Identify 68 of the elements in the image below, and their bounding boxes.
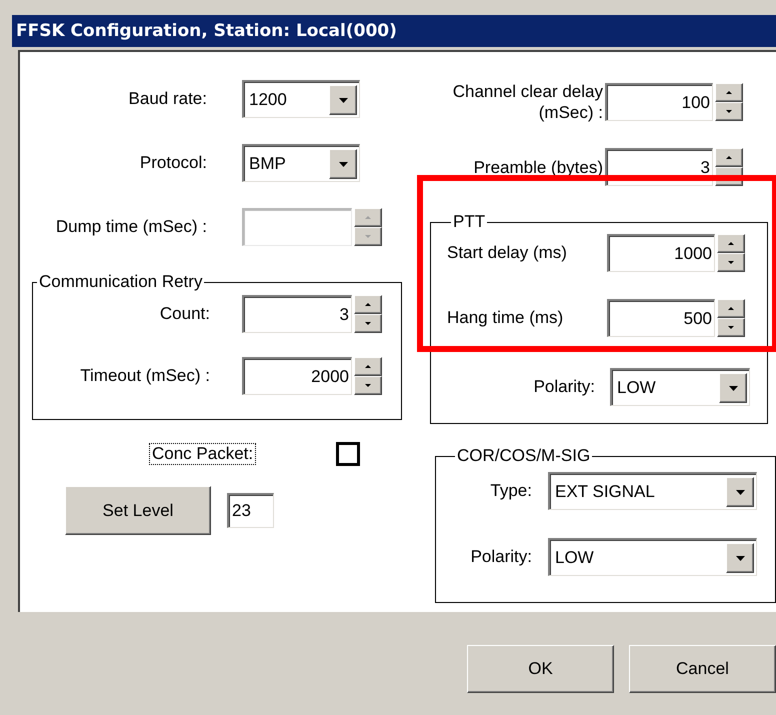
up-arrow-icon — [365, 216, 371, 219]
number-field[interactable]: 100 — [605, 83, 713, 121]
field-label: Polarity: — [470, 547, 533, 567]
number-field[interactable]: 1000 — [607, 234, 715, 272]
field-label: Count: — [158, 304, 211, 324]
up-arrow-icon — [726, 156, 732, 159]
set-level-button[interactable]: Set Level — [65, 486, 211, 535]
field-label: Hang time (ms) — [447, 308, 564, 328]
spin-down-button[interactable] — [354, 227, 382, 246]
group-title: PTT — [452, 212, 486, 232]
caret-icon — [728, 386, 738, 390]
down-arrow-icon — [365, 322, 371, 325]
caret-icon — [736, 556, 744, 560]
down-arrow-icon — [365, 235, 371, 238]
spin-up-button[interactable] — [715, 83, 743, 102]
dropdown-button[interactable] — [329, 85, 357, 115]
dropdown[interactable]: EXT SIGNAL — [548, 472, 757, 510]
spin-up-button[interactable] — [717, 299, 745, 318]
spin-down-button[interactable] — [717, 318, 745, 337]
down-arrow-icon — [726, 110, 732, 113]
dropdown[interactable]: LOW — [610, 368, 750, 406]
checkbox-label[interactable]: Conc Packet: — [149, 443, 256, 465]
cancel-button[interactable]: Cancel — [629, 645, 776, 693]
dropdown-button[interactable] — [719, 373, 747, 403]
dropdown[interactable]: 1200 — [242, 80, 360, 118]
field-label: Preamble (bytes) — [472, 156, 604, 178]
spin-down-button[interactable] — [354, 314, 382, 333]
caret-icon — [338, 98, 348, 102]
group-title: COR/COS/M-SIG — [456, 446, 592, 466]
dropdown[interactable]: BMP — [242, 144, 360, 182]
up-arrow-icon — [728, 242, 734, 245]
field-label: Timeout (mSec) : — [79, 366, 211, 386]
number-field[interactable]: 2000 — [242, 357, 352, 395]
spin-down-button[interactable] — [354, 376, 382, 395]
field-label: Start delay (ms) — [447, 243, 568, 263]
field-label: Channel clear delay (mSec) : — [452, 81, 604, 123]
up-arrow-icon — [365, 303, 371, 306]
dropdown[interactable]: LOW — [548, 538, 757, 576]
up-arrow-icon — [365, 365, 371, 368]
dropdown-button[interactable] — [726, 543, 754, 573]
group-title: Communication Retry — [38, 272, 204, 292]
field-label: Baud rate: — [128, 89, 208, 109]
field-label: Polarity: — [532, 377, 596, 397]
spin-up-button[interactable] — [717, 234, 745, 253]
level-field[interactable]: 23 — [227, 493, 274, 528]
caret-icon — [338, 162, 348, 166]
number-field[interactable]: 500 — [607, 299, 715, 337]
field-label: Protocol: — [138, 153, 208, 173]
dropdown-button[interactable] — [329, 149, 357, 179]
number-field[interactable]: 3 — [242, 295, 352, 333]
spin-down-button[interactable] — [715, 102, 743, 121]
caret-icon — [736, 490, 744, 494]
down-arrow-icon — [728, 326, 734, 329]
dropdown-button[interactable] — [726, 477, 754, 507]
up-arrow-icon — [726, 91, 732, 94]
field-label: Type: — [489, 481, 533, 501]
spin-down-button[interactable] — [717, 253, 745, 272]
spin-up-button[interactable] — [354, 208, 382, 227]
spin-up-button[interactable] — [715, 148, 743, 167]
spin-up-button[interactable] — [354, 295, 382, 314]
window-title: FFSK Configuration, Station: Local(000) — [16, 21, 397, 41]
ok-button[interactable]: OK — [467, 645, 614, 693]
checkbox[interactable] — [336, 442, 360, 466]
down-arrow-icon — [728, 261, 734, 264]
spin-up-button[interactable] — [354, 357, 382, 376]
down-arrow-icon — [365, 384, 371, 387]
field-label: Dump time (mSec) : — [54, 217, 208, 237]
up-arrow-icon — [728, 307, 734, 310]
